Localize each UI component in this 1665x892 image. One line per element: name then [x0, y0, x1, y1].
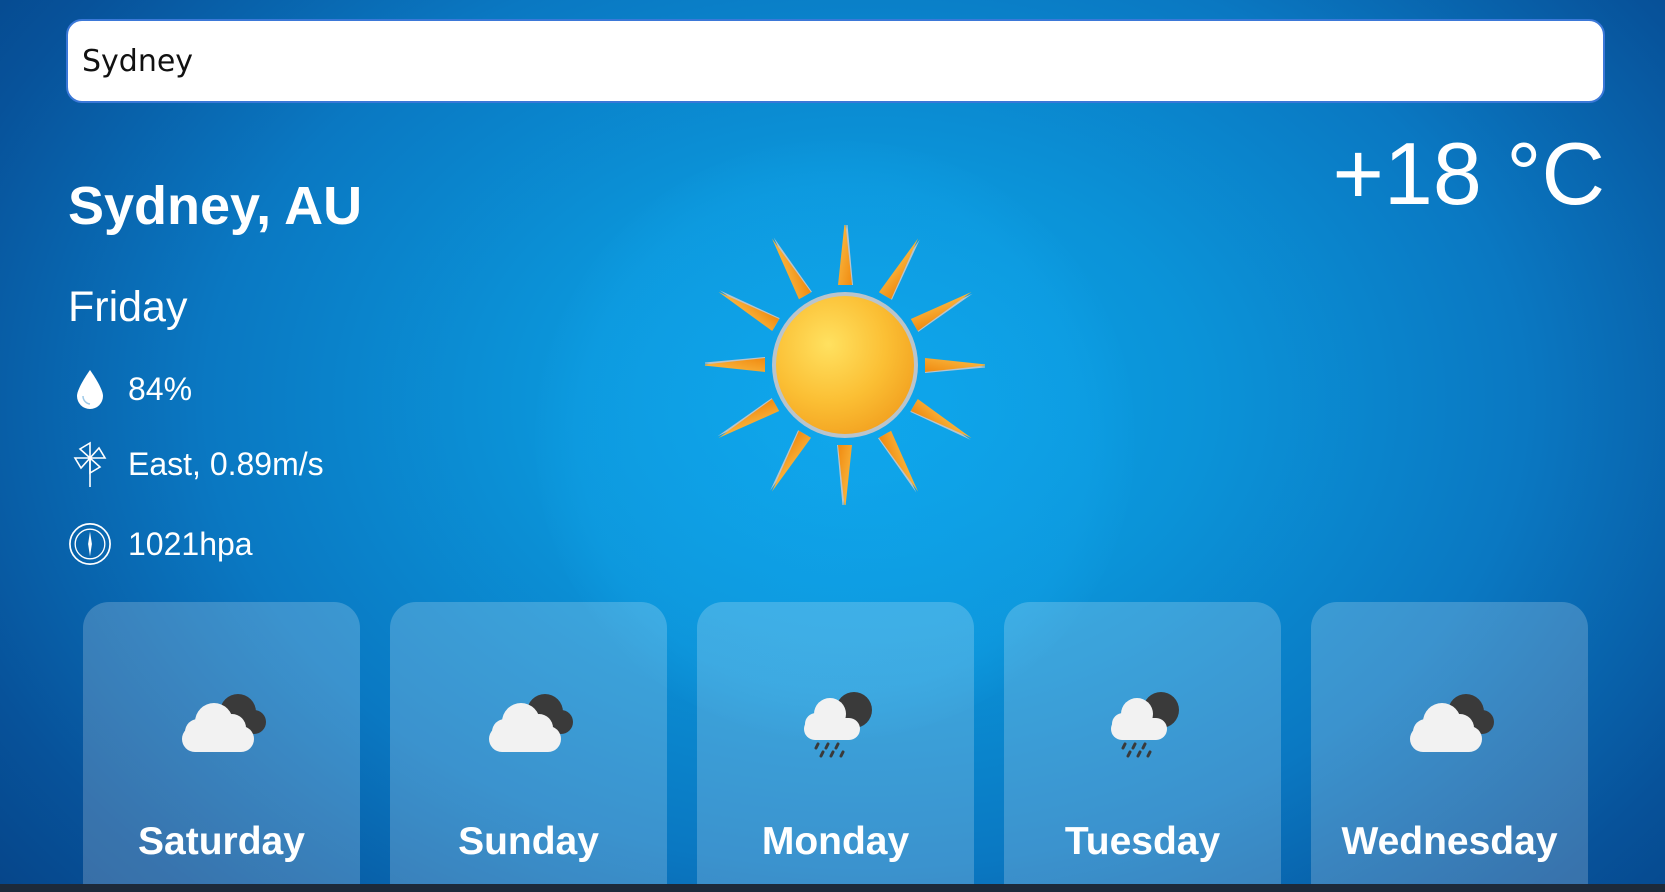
droplet-icon	[68, 367, 112, 411]
cloudy-icon	[1409, 694, 1494, 752]
forecast-card-wednesday[interactable]: Wednesday	[1311, 602, 1588, 892]
forecast-card-saturday[interactable]: Saturday	[83, 602, 360, 892]
forecast-day-label: Saturday	[138, 820, 305, 863]
forecast-day-label: Sunday	[458, 820, 599, 863]
cloudy-icon	[488, 694, 573, 752]
current-day: Friday	[68, 283, 188, 331]
current-temperature: +18 °C	[1332, 124, 1605, 223]
forecast-day-label: Monday	[761, 820, 910, 863]
forecast-day-label: Wednesday	[1341, 820, 1558, 863]
pressure-value: 1021hpa	[128, 525, 253, 562]
search-box[interactable]	[66, 19, 1605, 103]
sun-icon	[705, 225, 985, 505]
forecast-card-tuesday[interactable]: Tuesday	[1004, 602, 1281, 892]
forecast-day-label: Tuesday	[1064, 820, 1221, 863]
wind-row: East, 0.89m/s	[68, 441, 324, 487]
rain-icon	[1110, 692, 1179, 758]
cloudy-icon	[181, 694, 266, 752]
forecast-card-sunday[interactable]: Sunday	[390, 602, 667, 892]
search-input[interactable]	[66, 19, 1605, 103]
humidity-row: 84%	[68, 367, 192, 411]
forecast-card-monday[interactable]: Monday	[697, 602, 974, 892]
humidity-value: 84%	[128, 370, 193, 407]
bottom-bar	[0, 884, 1665, 892]
pressure-row: 1021hpa	[68, 522, 253, 566]
rain-icon	[803, 692, 872, 758]
pinwheel-icon	[68, 441, 112, 487]
wind-value: East, 0.89m/s	[128, 445, 324, 482]
city-name: Sydney, AU	[68, 176, 363, 236]
barometer-icon	[68, 522, 112, 566]
